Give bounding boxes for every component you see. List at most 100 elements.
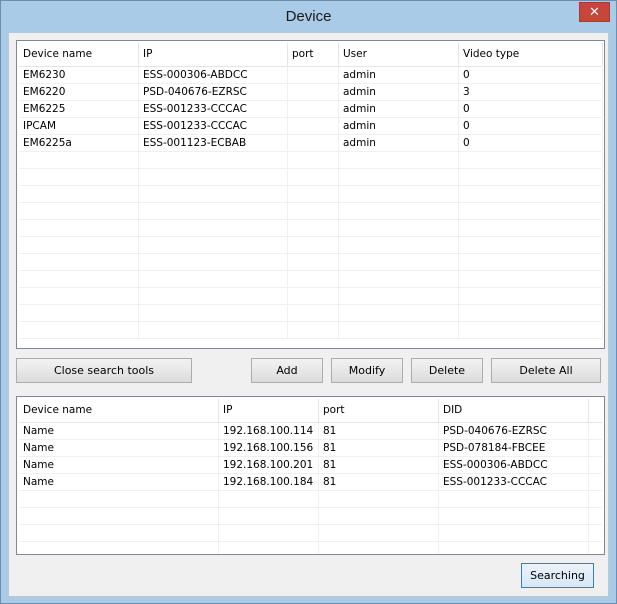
- empty-table-row: [19, 152, 603, 169]
- ip-cell: [139, 169, 288, 185]
- table-row[interactable]: EM6230 ESS-000306-ABDCC admin 0: [19, 67, 603, 84]
- device-list-table[interactable]: Device name IP port User Video type EM62…: [16, 40, 605, 349]
- table-row[interactable]: Name 192.168.100.114 81 PSD-040676-EZRSC: [19, 423, 602, 440]
- title-bar[interactable]: Device ✕: [1, 1, 616, 33]
- delete-button[interactable]: Delete: [411, 358, 483, 383]
- did-cell: [439, 508, 589, 524]
- column-header-device-name[interactable]: Device name: [19, 43, 139, 66]
- video-type-cell: 0: [459, 67, 603, 83]
- did-cell: [439, 491, 589, 507]
- table-row[interactable]: EM6225 ESS-001233-CCCAC admin 0: [19, 101, 603, 118]
- port-cell: [288, 135, 339, 151]
- video-type-cell: 0: [459, 135, 603, 151]
- port-cell: [288, 169, 339, 185]
- ip-cell: [139, 203, 288, 219]
- video-type-cell: [459, 254, 603, 270]
- column-header-did[interactable]: DID: [439, 399, 589, 422]
- empty-table-row: [19, 237, 603, 254]
- video-type-cell: 3: [459, 84, 603, 100]
- table-row[interactable]: Name 192.168.100.201 81 ESS-000306-ABDCC: [19, 457, 602, 474]
- device-name-cell: EM6220: [19, 84, 139, 100]
- did-cell: ESS-000306-ABDCC: [439, 457, 589, 473]
- table-row[interactable]: Name 192.168.100.184 81 ESS-001233-CCCAC: [19, 474, 602, 491]
- did-cell: ESS-001233-CCCAC: [439, 474, 589, 490]
- user-cell: [339, 169, 459, 185]
- device-name-cell: [19, 152, 139, 168]
- ip-cell: [219, 491, 319, 507]
- ip-cell: ESS-001233-CCCAC: [139, 101, 288, 117]
- port-cell: [288, 322, 339, 338]
- port-cell: [288, 186, 339, 202]
- ip-cell: ESS-001233-CCCAC: [139, 118, 288, 134]
- port-cell: [319, 542, 439, 554]
- empty-table-row: [19, 525, 602, 542]
- device-name-cell: [19, 491, 219, 507]
- empty-table-row: [19, 508, 602, 525]
- column-header-user[interactable]: User: [339, 43, 459, 66]
- port-cell: [288, 118, 339, 134]
- user-cell: admin: [339, 67, 459, 83]
- port-cell: [288, 305, 339, 321]
- ip-cell: [139, 220, 288, 236]
- table-row[interactable]: EM6225a ESS-001123-ECBAB admin 0: [19, 135, 603, 152]
- empty-table-row: [19, 305, 603, 322]
- column-header-video-type[interactable]: Video type: [459, 43, 603, 66]
- modify-button[interactable]: Modify: [331, 358, 403, 383]
- port-cell: [288, 152, 339, 168]
- port-cell: 81: [319, 457, 439, 473]
- port-cell: 81: [319, 474, 439, 490]
- empty-table-row: [19, 491, 602, 508]
- ip-cell: 192.168.100.114: [219, 423, 319, 439]
- ip-cell: 192.168.100.201: [219, 457, 319, 473]
- search-results-header: Device name IP port DID: [19, 399, 602, 423]
- device-name-cell: [19, 254, 139, 270]
- user-cell: [339, 288, 459, 304]
- ip-cell: [219, 542, 319, 554]
- empty-table-row: [19, 288, 603, 305]
- search-results-grid: Device name IP port DID Name 192.168.100.…: [19, 399, 602, 554]
- port-cell: [288, 203, 339, 219]
- close-icon[interactable]: ✕: [579, 2, 610, 22]
- device-window: Device ✕ Device name IP port User Video …: [0, 0, 617, 604]
- column-header-ip[interactable]: IP: [139, 43, 288, 66]
- window-title: Device: [285, 8, 332, 25]
- table-row[interactable]: EM6220 PSD-040676-EZRSC admin 3: [19, 84, 603, 101]
- port-cell: [288, 237, 339, 253]
- table-row[interactable]: Name 192.168.100.156 81 PSD-078184-FBCEE: [19, 440, 602, 457]
- ip-cell: [219, 508, 319, 524]
- video-type-cell: [459, 220, 603, 236]
- user-cell: admin: [339, 84, 459, 100]
- device-name-cell: [19, 322, 139, 338]
- column-header-port[interactable]: port: [288, 43, 339, 66]
- device-name-cell: [19, 203, 139, 219]
- close-search-tools-button[interactable]: Close search tools: [16, 358, 192, 383]
- delete-all-button[interactable]: Delete All: [491, 358, 601, 383]
- search-results-table[interactable]: Device name IP port DID Name 192.168.100.…: [16, 396, 605, 555]
- video-type-cell: [459, 186, 603, 202]
- searching-button[interactable]: Searching: [521, 563, 594, 588]
- column-header-ip[interactable]: IP: [219, 399, 319, 422]
- port-cell: [288, 254, 339, 270]
- user-cell: [339, 305, 459, 321]
- user-cell: admin: [339, 118, 459, 134]
- device-list-grid: Device name IP port User Video type EM62…: [19, 43, 603, 346]
- user-cell: [339, 322, 459, 338]
- did-cell: [439, 542, 589, 554]
- video-type-cell: [459, 322, 603, 338]
- ip-cell: [139, 305, 288, 321]
- device-name-cell: [19, 542, 219, 554]
- column-header-device-name[interactable]: Device name: [19, 399, 219, 422]
- device-name-cell: [19, 508, 219, 524]
- device-name-cell: [19, 169, 139, 185]
- ip-cell: [219, 525, 319, 541]
- port-cell: [288, 101, 339, 117]
- port-cell: 81: [319, 440, 439, 456]
- ip-cell: PSD-040676-EZRSC: [139, 84, 288, 100]
- device-name-cell: EM6225a: [19, 135, 139, 151]
- add-button[interactable]: Add: [251, 358, 323, 383]
- table-row[interactable]: IPCAM ESS-001233-CCCAC admin 0: [19, 118, 603, 135]
- video-type-cell: [459, 152, 603, 168]
- column-header-port[interactable]: port: [319, 399, 439, 422]
- device-name-cell: [19, 237, 139, 253]
- empty-table-row: [19, 254, 603, 271]
